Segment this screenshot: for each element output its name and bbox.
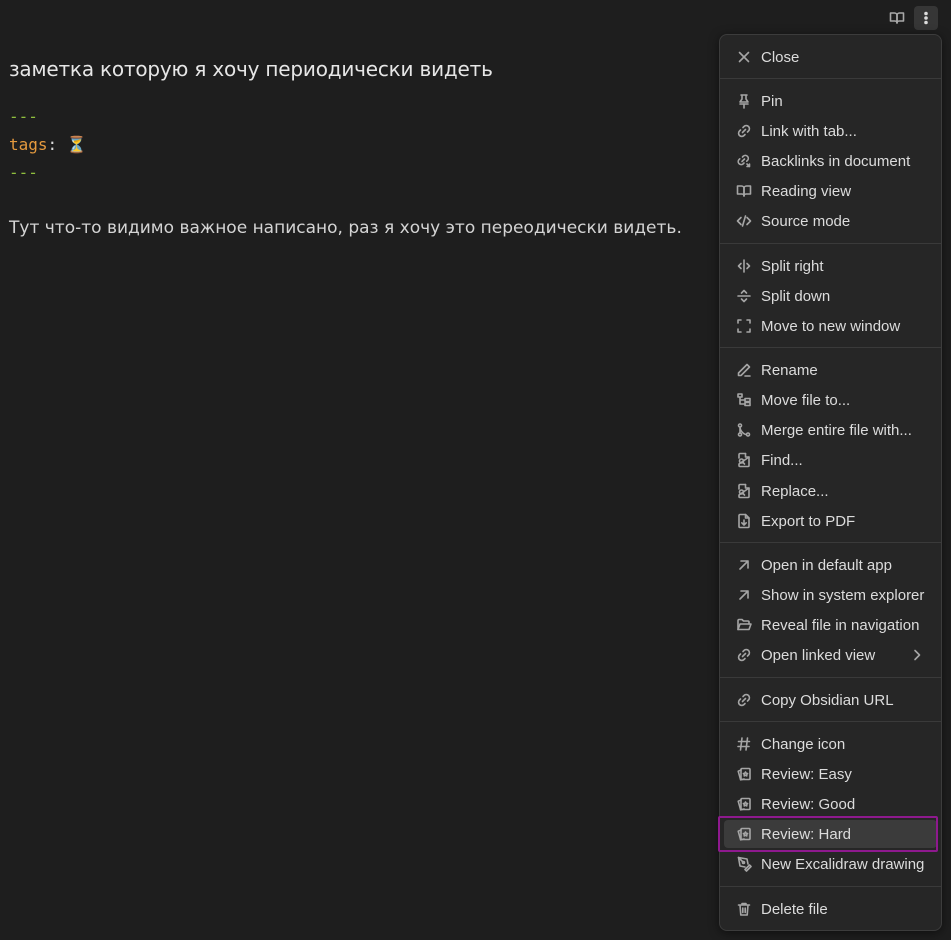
menu-item-label: Show in system explorer — [761, 586, 925, 604]
menu-item-label: Copy Obsidian URL — [761, 691, 894, 709]
selection-highlight — [718, 816, 938, 852]
frontmatter-start: --- — [9, 107, 38, 126]
menu-item-backlinks[interactable]: Backlinks in document — [724, 147, 937, 175]
cards-icon — [735, 765, 753, 783]
menu-item-label: Move to new window — [761, 317, 901, 335]
menu-item-label: Split right — [761, 257, 824, 275]
menu-item-label: Review: Easy — [761, 765, 852, 783]
menu-separator — [720, 677, 941, 678]
menu-item-reveal-in-navigation[interactable]: Reveal file in navigation — [724, 611, 937, 639]
menu-item-label: Rename — [761, 361, 818, 379]
menu-item-pin[interactable]: Pin — [724, 87, 937, 115]
git-merge-icon — [735, 421, 753, 439]
menu-item-label: Change icon — [761, 735, 846, 753]
menu-item-label: Link with tab... — [761, 122, 857, 140]
menu-item-label: Open in default app — [761, 556, 892, 574]
menu-separator — [720, 347, 941, 348]
link-icon — [735, 646, 753, 664]
menu-item-split-down[interactable]: Split down — [724, 282, 937, 310]
menu-item-label: Move file to... — [761, 391, 851, 409]
menu-item-open-default-app[interactable]: Open in default app — [724, 551, 937, 579]
menu-separator — [720, 721, 941, 722]
menu-item-link-with-tab[interactable]: Link with tab... — [724, 117, 937, 145]
frontmatter-key: tags — [9, 135, 48, 154]
menu-item-delete-file[interactable]: Delete file — [724, 895, 937, 923]
menu-item-label: New Excalidraw drawing — [761, 855, 925, 873]
frontmatter-tag-value: ⏳ — [66, 135, 87, 154]
menu-item-label: Export to PDF — [761, 512, 856, 530]
frontmatter-end: --- — [9, 163, 38, 182]
folder-open-icon — [735, 616, 753, 634]
menu-item-label: Backlinks in document — [761, 152, 911, 170]
frontmatter-colon: : — [47, 135, 58, 154]
menu-item-change-icon[interactable]: Change icon — [724, 730, 937, 758]
menu-item-label: Split down — [761, 287, 831, 305]
cards-icon — [735, 795, 753, 813]
arrow-up-right-icon — [735, 556, 753, 574]
menu-item-new-excalidraw[interactable]: New Excalidraw drawing — [724, 850, 937, 878]
book-open-icon — [735, 182, 753, 200]
menu-item-label: Pin — [761, 92, 783, 110]
menu-item-label: Merge entire file with... — [761, 421, 912, 439]
file-download-icon — [735, 512, 753, 530]
menu-item-source-mode[interactable]: Source mode — [724, 207, 937, 235]
code-icon — [735, 212, 753, 230]
reading-view-button[interactable] — [885, 6, 909, 30]
pin-icon — [735, 92, 753, 110]
menu-item-label: Open linked view — [761, 646, 876, 664]
close-icon — [735, 48, 753, 66]
menu-separator — [720, 542, 941, 543]
book-open-icon — [889, 12, 905, 24]
menu-item-label: Reveal file in navigation — [761, 616, 920, 634]
menu-item-review-easy[interactable]: Review: Easy — [724, 760, 937, 788]
menu-item-merge-file[interactable]: Merge entire file with... — [724, 416, 937, 444]
pencil-icon — [735, 361, 753, 379]
backlinks-icon — [735, 152, 753, 170]
menu-item-label: Replace... — [761, 482, 829, 500]
menu-item-move-to-new-window[interactable]: Move to new window — [724, 312, 937, 340]
link-icon — [735, 691, 753, 709]
menu-item-copy-obsidian-url[interactable]: Copy Obsidian URL — [724, 686, 937, 714]
menu-item-close[interactable]: Close — [724, 43, 937, 71]
folder-tree-icon — [735, 391, 753, 409]
menu-item-rename[interactable]: Rename — [724, 356, 937, 384]
note-title: заметка которую я хочу периодически виде… — [9, 57, 493, 81]
file-search-icon — [735, 451, 753, 469]
more-options-button[interactable] — [914, 6, 938, 30]
menu-item-reading-view[interactable]: Reading view — [724, 177, 937, 205]
menu-item-label: Review: Good — [761, 795, 856, 813]
menu-item-show-in-explorer[interactable]: Show in system explorer — [724, 581, 937, 609]
chevron-right-icon — [909, 647, 925, 667]
hash-icon — [735, 735, 753, 753]
menu-item-review-good[interactable]: Review: Good — [724, 790, 937, 818]
trash-icon — [735, 900, 753, 918]
split-right-icon — [735, 257, 753, 275]
menu-item-split-right[interactable]: Split right — [724, 252, 937, 280]
link-icon — [735, 122, 753, 140]
menu-item-label: Find... — [761, 451, 803, 469]
menu-item-label: Delete file — [761, 900, 828, 918]
note-body-text[interactable]: Тут что-то видимо важное написано, раз я… — [9, 218, 682, 238]
menu-item-export-pdf[interactable]: Export to PDF — [724, 507, 937, 535]
menu-item-replace[interactable]: Replace... — [724, 477, 937, 505]
frontmatter-tags-line[interactable]: tags: ⏳ — [9, 135, 87, 154]
more-vertical-icon — [924, 11, 928, 25]
menu-item-label: Close — [761, 48, 800, 66]
menu-item-label: Reading view — [761, 182, 852, 200]
file-search-icon — [735, 482, 753, 500]
split-down-icon — [735, 287, 753, 305]
maximize-icon — [735, 317, 753, 335]
pen-tool-icon — [735, 855, 753, 873]
menu-separator — [720, 243, 941, 244]
more-options-menu: Close Pin Link with tab... Backlinks in … — [719, 34, 942, 931]
menu-separator — [720, 78, 941, 79]
arrow-up-right-icon — [735, 586, 753, 604]
menu-separator — [720, 886, 941, 887]
menu-item-label: Source mode — [761, 212, 851, 230]
menu-item-move-file[interactable]: Move file to... — [724, 386, 937, 414]
menu-item-find[interactable]: Find... — [724, 446, 937, 474]
menu-item-open-linked-view[interactable]: Open linked view — [724, 641, 937, 669]
